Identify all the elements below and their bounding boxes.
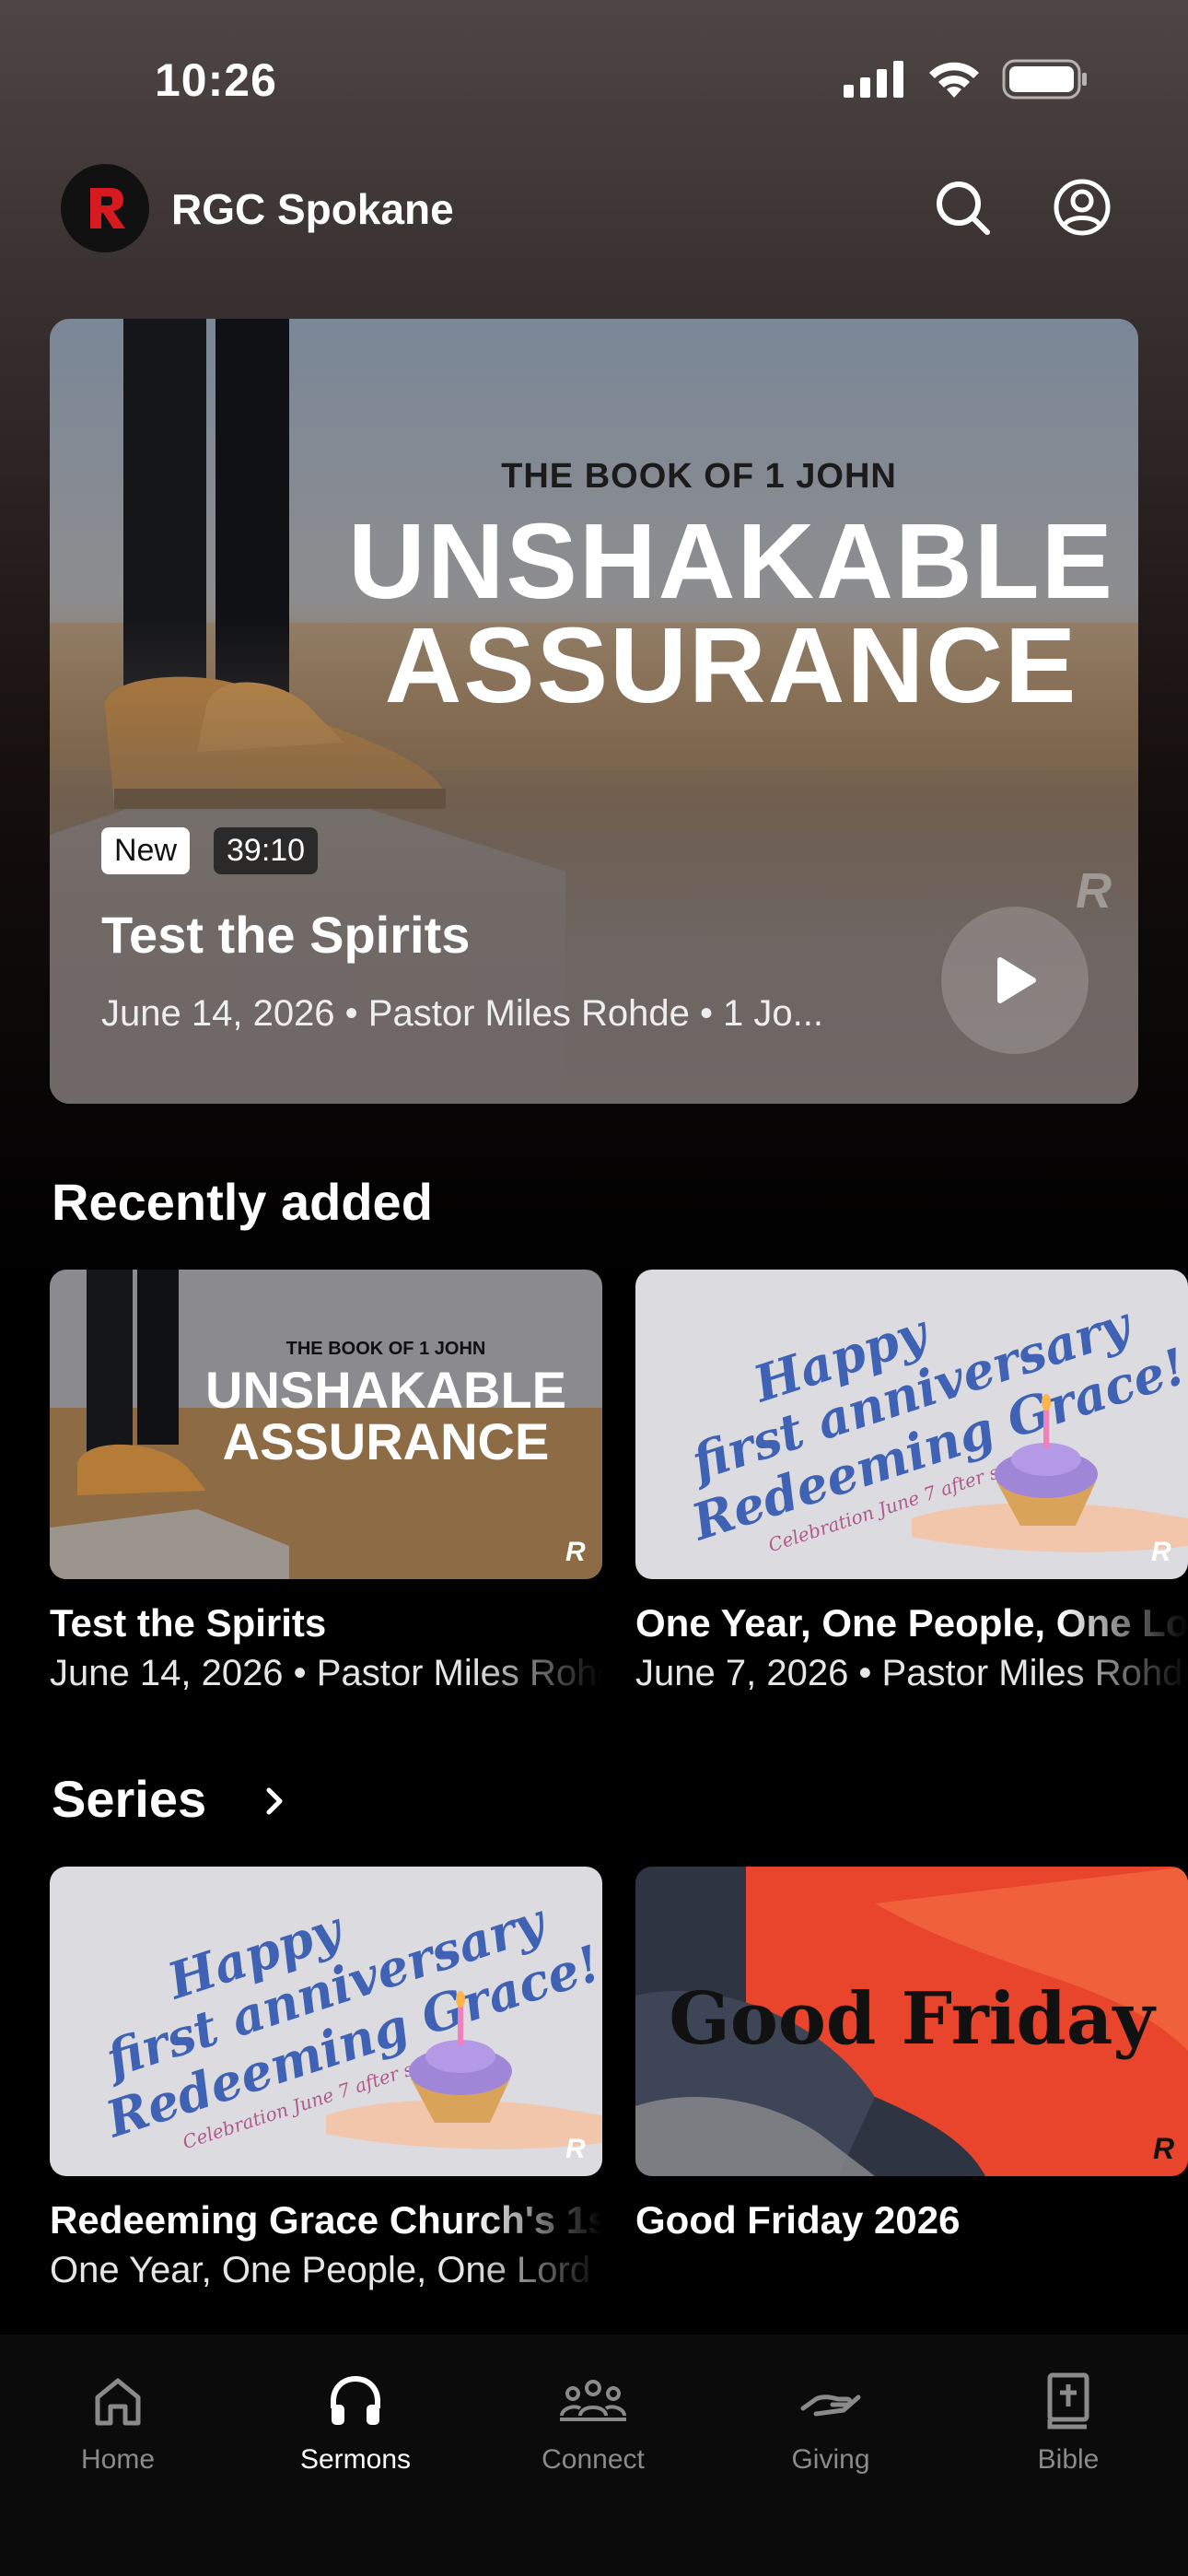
thumb-title-1: UNSHAKABLE [205,1361,566,1419]
status-bar: 10:26 [0,0,1188,157]
status-icons [844,59,1089,100]
new-badge: New [101,827,191,874]
battery-icon [1002,59,1087,100]
series-heading[interactable]: Series [52,1769,206,1829]
tab-bar: Home Sermons Connect Giving Bible [0,2335,1188,2576]
app-header: RGC Spokane [0,157,1188,267]
watermark-logo: R [565,1537,586,1567]
text-fade [1059,1592,1188,1712]
tab-label: Giving [791,2444,870,2475]
recent-sermon-card[interactable]: Happy first anniversary Redeeming Grace!… [635,1270,1188,1712]
recently-added-heading: Recently added [52,1173,433,1231]
thumb-title-2: ASSURANCE [223,1412,550,1470]
headphones-icon [331,2375,380,2425]
church-name: RGC Spokane [171,185,454,233]
search-button[interactable] [930,175,995,240]
account-icon [1054,179,1111,236]
church-logo[interactable] [61,164,149,252]
recent-thumbnail-2: Happy first anniversary Redeeming Grace!… [635,1270,1188,1579]
recent-sermon-card[interactable]: THE BOOK OF 1 JOHN UNSHAKABLE ASSURANCE … [50,1270,602,1712]
profile-button[interactable] [1050,175,1114,240]
hand-icon [800,2395,861,2417]
series-thumbnail-2: Good Friday R [635,1867,1188,2176]
cellular-signal-icon [844,61,903,98]
chevron-right-icon[interactable] [256,1783,293,1820]
tab-label: Connect [542,2444,645,2475]
hero-kicker: THE BOOK OF 1 JOHN [501,457,897,496]
featured-sermon-card[interactable]: THE BOOK OF 1 JOHN UNSHAKABLE ASSURANCE … [50,319,1138,1104]
bible-icon [1047,2372,1089,2430]
text-fade [473,1592,602,1712]
tab-label: Sermons [299,2444,412,2475]
unshakable-assurance-artwork: THE BOOK OF 1 JOHN UNSHAKABLE ASSURANCE [50,1270,602,1579]
series-card[interactable]: Happy first anniversary Redeeming Grace!… [50,1867,602,2309]
home-icon [95,2378,141,2426]
wifi-icon [929,62,979,98]
good-friday-title: Good Friday [669,1977,1157,2061]
people-icon [560,2380,626,2421]
tab-bible[interactable]: Bible [976,2371,1160,2476]
duration-badge: 39:10 [214,827,319,874]
good-friday-artwork: Good Friday [635,1867,1188,2176]
tab-label: Home [80,2444,156,2475]
rgc-logo-icon [90,188,125,228]
hero-sermon-meta: June 14, 2026 • Pastor Miles Rohde • 1 J… [101,993,824,1034]
tab-sermons[interactable]: Sermons [263,2371,448,2476]
hero-series-title-1: UNSHAKABLE [348,501,1114,621]
watermark-logo: R [1151,1537,1171,1567]
anniversary-series-artwork: Happy first anniversary Redeeming Grace!… [50,1867,602,2176]
hero-sermon-title: Test the Spirits [101,906,471,964]
status-time: 10:26 [155,54,277,106]
anniversary-artwork: Happy first anniversary Redeeming Grace!… [635,1270,1188,1579]
tab-label: Bible [1037,2444,1100,2475]
play-icon [997,957,1036,1003]
text-fade [473,2189,602,2309]
watermark-logo: R [1153,2132,1175,2165]
tab-home[interactable]: Home [26,2371,210,2476]
hero-series-title-2: ASSURANCE [384,605,1078,725]
tab-connect[interactable]: Connect [501,2371,685,2476]
recent-thumbnail-1: THE BOOK OF 1 JOHN UNSHAKABLE ASSURANCE … [50,1270,602,1579]
watermark-logo: R [1076,863,1112,919]
thumb-kicker: THE BOOK OF 1 JOHN [286,1339,486,1359]
search-icon [937,181,990,235]
series-card[interactable]: Good Friday R Good Friday 2026 [635,1867,1188,2242]
play-button[interactable] [941,907,1089,1054]
series-thumbnail-1: Happy first anniversary Redeeming Grace!… [50,1867,602,2176]
tab-giving[interactable]: Giving [739,2371,923,2476]
series-title: Good Friday 2026 [635,2198,961,2242]
watermark-logo: R [565,2134,586,2164]
